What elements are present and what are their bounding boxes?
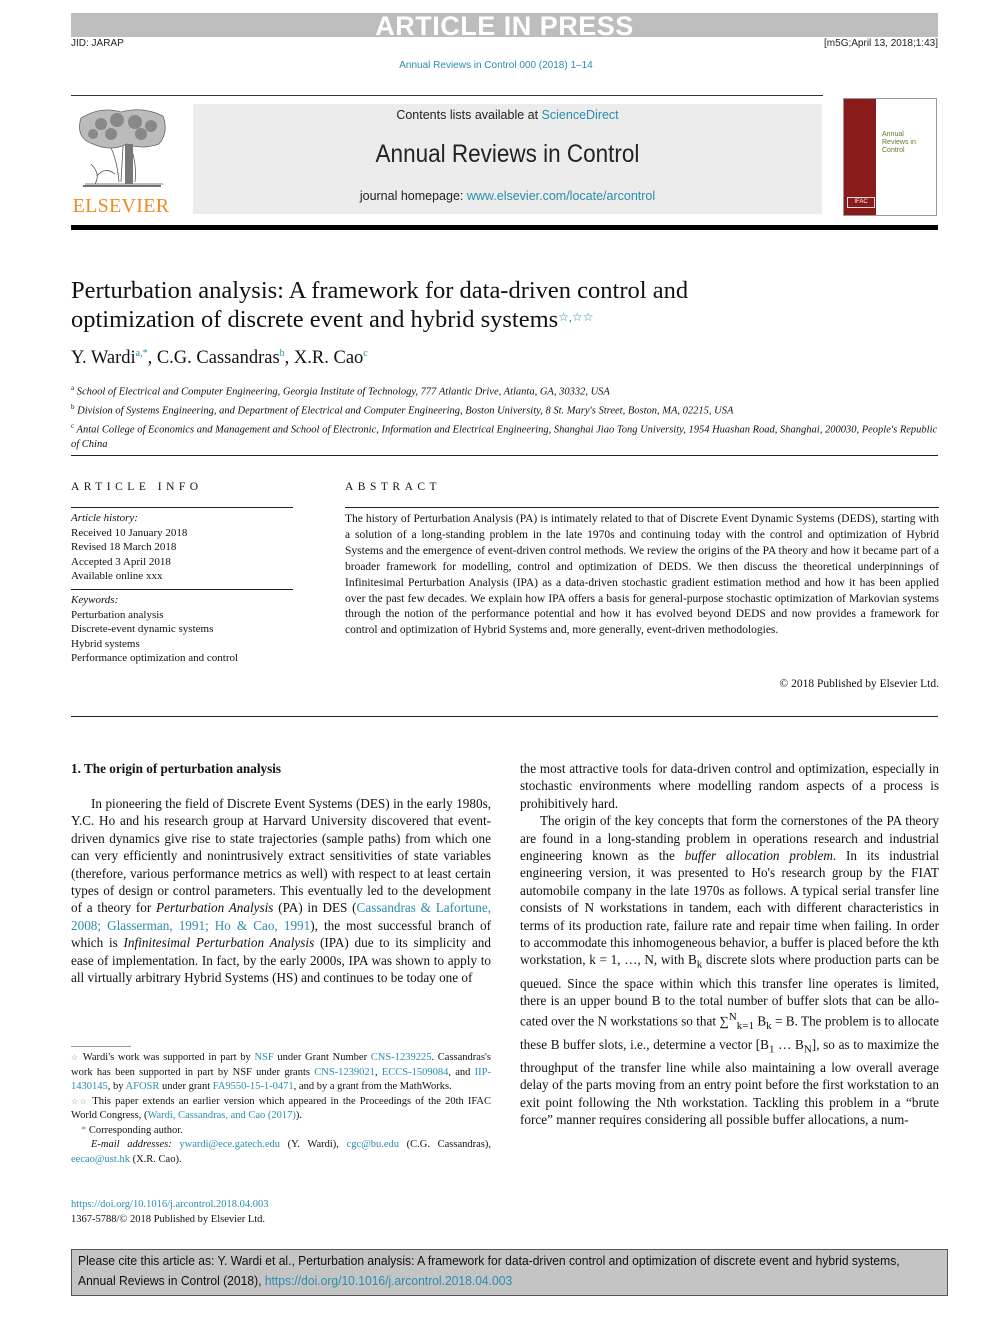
divider [71,95,823,96]
elsevier-wordmark: ELSEVIER [72,195,170,217]
author-list: Y. Wardia,*, C.G. Cassandrasb, X.R. Caoc [71,348,368,368]
footnote-emails: E-mail addresses: ywardi@ece.gatech.edu … [71,1139,491,1165]
footnote-funding: ☆ Wardi's work was supported in part by … [71,1052,492,1092]
title-footnote-marks[interactable]: ☆,☆☆ [558,310,593,324]
history-item: Revised 18 March 2018 [71,541,177,553]
affiliation: b Division of Systems Engineering, and D… [71,403,734,417]
ifac-badge: IFAC [847,197,875,208]
doi-block: https://doi.org/10.1016/j.arcontrol.2018… [71,1198,269,1227]
affiliations: a School of Electrical and Computer Engi… [71,381,939,453]
divider [71,589,293,590]
double-star-icon: ☆☆ [71,1096,89,1106]
author-name[interactable]: C.G. Cassandras [157,348,280,368]
homepage-line: journal homepage: www.elsevier.com/locat… [359,189,656,203]
citation-box: Please cite this article as: Y. Wardi et… [71,1249,948,1296]
asterisk-icon: * [81,1124,87,1136]
keywords: Keywords: Perturbation analysis Discrete… [71,593,311,666]
citation-doi-link[interactable]: https://doi.org/10.1016/j.arcontrol.2018… [265,1273,512,1288]
affiliation: c Antai College of Economics and Managem… [71,422,938,450]
journal-homepage-link[interactable]: www.elsevier.com/locate/arcontrol [467,189,655,203]
email-link[interactable]: cgc@bu.edu [347,1139,400,1150]
journal-id: JID: JARAP [71,38,124,49]
abstract-copyright: © 2018 Published by Elsevier Ltd. [779,678,939,690]
abstract-text: The history of Perturbation Analysis (PA… [345,513,939,637]
article-history: Article history: Received 10 January 201… [71,511,293,584]
keyword: Perturbation analysis [71,608,164,621]
author-affiliation-mark[interactable]: b [280,348,285,359]
author-affiliation-mark[interactable]: c [363,348,367,359]
footnote-divider [71,1046,131,1047]
journal-reference-link[interactable]: Annual Reviews in Control 000 (2018) 1–1… [0,60,992,71]
divider [345,507,939,508]
author-name[interactable]: X.R. Cao [294,348,363,368]
history-item: Accepted 3 April 2018 [71,555,171,568]
masthead-rule [71,225,938,230]
issn-line: 1367-5788/© 2018 Published by Elsevier L… [71,1213,266,1225]
journal-cover-thumbnail[interactable]: Annual Reviews in Control IFAC [843,98,937,216]
divider [71,507,293,508]
sciencedirect-link[interactable]: ScienceDirect [542,108,619,122]
history-item: Available online xxx [71,570,163,582]
footnotes: ☆ Wardi's work was supported in part by … [71,1051,491,1167]
email-link[interactable]: eecao@ust.hk [71,1154,130,1165]
star-icon: ☆ [71,1053,80,1062]
version-stamp: [m5G;April 13, 2018;1:43] [824,38,938,49]
cover-title: Annual Reviews in Control [882,131,916,154]
contents-line: Contents lists available at ScienceDirec… [396,108,619,122]
elsevier-logo[interactable]: ELSEVIER [71,104,171,217]
history-item: Received 10 January 2018 [71,526,188,539]
tree-icon [79,109,166,187]
keyword: Hybrid systems [71,637,140,650]
email-link[interactable]: ywardi@ece.gatech.edu [179,1139,280,1150]
footnote-corresponding: * Corresponding author. [81,1124,183,1136]
left-column-text: In pioneering the field of Discrete Even… [71,796,492,986]
journal-banner: Contents lists available at ScienceDirec… [193,104,822,214]
abstract-heading: ABSTRACT [345,481,442,493]
affiliation: a School of Electrical and Computer Engi… [71,384,610,398]
keyword: Performance optimization and control [71,652,239,664]
article-info-heading: ARTICLE INFO [71,481,203,493]
journal-title: Annual Reviews in Control [375,140,640,168]
footnote-prior-version: ☆☆ This paper extends an earlier version… [71,1095,492,1122]
article-in-press-banner: ARTICLE IN PRESS [71,13,938,40]
divider [71,716,938,717]
right-column-text: the most attractive tools for data-drive… [520,761,940,1128]
author-affiliation-mark[interactable]: a,* [136,348,148,359]
keyword: Discrete-event dynamic systems [71,623,214,635]
article-title: Perturbation analysis: A framework for d… [71,277,689,333]
author-name[interactable]: Y. Wardi [71,348,136,368]
doi-link[interactable]: https://doi.org/10.1016/j.arcontrol.2018… [71,1198,269,1213]
divider [71,455,938,456]
section-heading: 1. The origin of perturbation analysis [71,761,282,776]
